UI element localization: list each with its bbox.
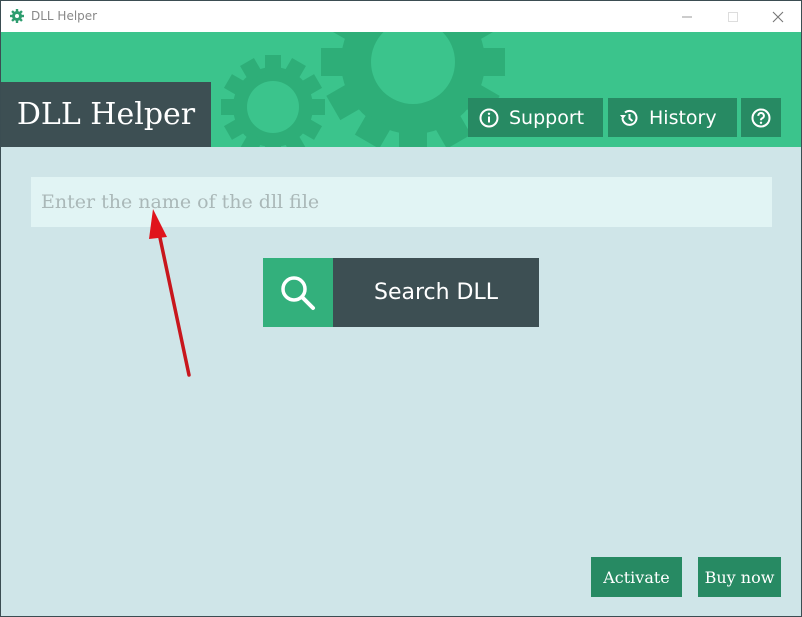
title-bar: DLL Helper	[1, 1, 801, 32]
app-brand-title: DLL Helper	[1, 82, 211, 147]
header-banner: DLL Helper Support History	[1, 32, 801, 147]
support-button[interactable]: Support	[468, 98, 603, 137]
buy-now-button[interactable]: Buy now	[698, 557, 781, 597]
history-label: History	[649, 106, 717, 129]
maximize-button[interactable]	[710, 1, 756, 32]
close-button[interactable]	[755, 1, 801, 32]
support-label: Support	[509, 106, 585, 129]
maximize-icon	[728, 11, 738, 22]
history-icon	[620, 109, 638, 126]
gear-icon	[10, 9, 24, 23]
minimize-button[interactable]	[664, 1, 710, 32]
activate-button[interactable]: Activate	[591, 557, 682, 597]
history-button[interactable]: History	[608, 98, 737, 137]
app-window: DLL Helper DLL Helper Support History En…	[0, 0, 802, 617]
question-icon	[751, 108, 771, 127]
info-icon	[479, 108, 499, 127]
window-title: DLL Helper	[31, 9, 98, 23]
search-dll-label: Search DLL	[333, 258, 539, 327]
minimize-icon	[682, 16, 692, 17]
dll-name-input[interactable]	[31, 177, 772, 227]
search-icon	[281, 275, 315, 310]
search-icon-box	[263, 258, 333, 327]
help-button[interactable]	[741, 98, 781, 137]
close-icon	[772, 11, 784, 22]
search-dll-button[interactable]: Search DLL	[263, 258, 539, 327]
